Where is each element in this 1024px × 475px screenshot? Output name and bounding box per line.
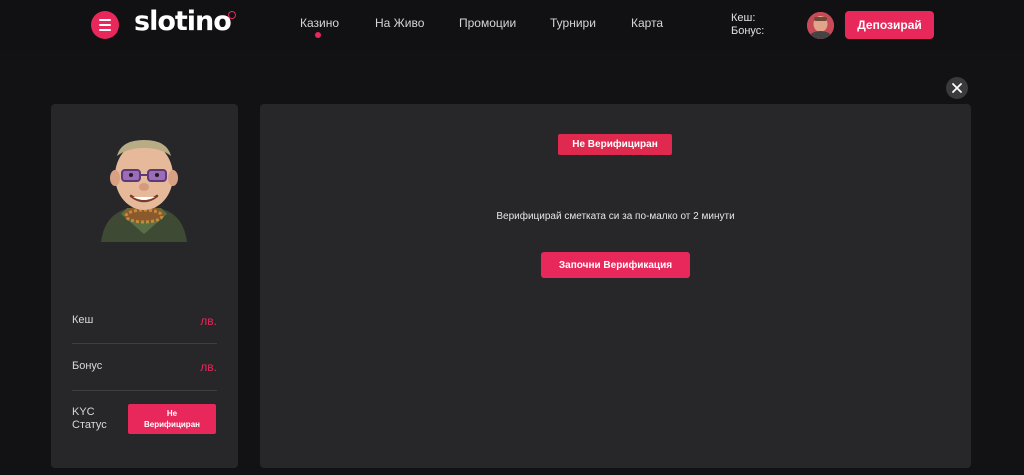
site-logo[interactable]: slotino [134,6,232,40]
cash-label: Кеш [72,314,94,326]
nav-item-casino[interactable]: Казино [300,16,339,30]
header-bonus-label: Бонус: [731,25,765,37]
verification-message: Верифицирай сметката си за по-малко от 2… [496,211,735,222]
start-verification-button[interactable]: Започни Верификация [541,252,690,278]
kyc-label-line2: Статус [72,419,107,431]
profile-bonus-row: Бонус лв. [72,360,217,374]
avatar-icon [807,12,834,39]
nav-item-promotions[interactable]: Промоции [459,16,516,30]
bonus-label: Бонус [72,360,103,372]
menu-icon-bar [99,19,111,21]
header-cash-label: Кеш: [731,12,756,24]
active-nav-indicator [315,32,321,38]
cash-value: лв. [200,314,217,328]
kyc-status-badge: Не Верифициран [128,404,216,434]
verification-status-badge: Не Верифициран [558,134,672,155]
deposit-button[interactable]: Депозирай [845,11,934,39]
divider [72,390,217,391]
nav-item-live[interactable]: На Живо [375,16,424,30]
menu-button[interactable] [91,11,119,39]
close-button[interactable] [946,77,968,99]
header-balance: Кеш: Бонус: [731,12,764,38]
close-icon [952,83,962,93]
profile-avatar-icon [101,140,187,242]
divider [72,343,217,344]
user-avatar[interactable] [807,12,834,39]
menu-icon-bar [99,24,111,26]
profile-cash-row: Кеш лв. [72,314,217,328]
nav-item-tournaments[interactable]: Турнири [550,16,596,30]
logo-mark-icon [228,11,236,19]
top-header: slotino Казино На Живо Промоции Турнири … [0,0,1024,50]
kyc-label-line1: KYC [72,406,95,418]
nav-item-map[interactable]: Карта [631,16,663,30]
menu-icon-bar [99,29,111,31]
profile-panel: Кеш лв. Бонус лв. KYC Статус Не Верифици… [51,104,238,468]
kyc-status-label: KYC Статус [72,406,122,432]
bonus-value: лв. [200,360,217,374]
verification-panel: Не Верифициран Верифицирай сметката си з… [260,104,971,468]
